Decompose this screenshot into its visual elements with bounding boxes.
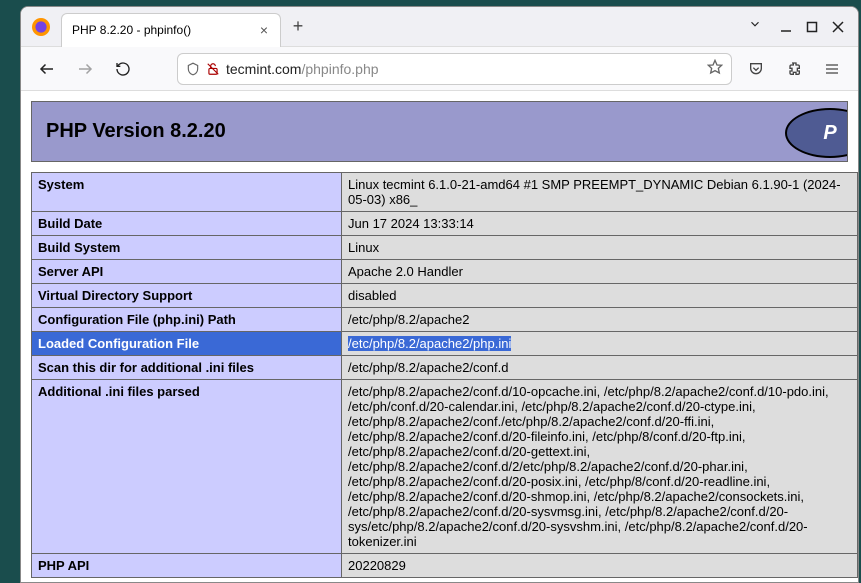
new-tab-button[interactable]: +: [281, 10, 315, 44]
row-label: Scan this dir for additional .ini files: [32, 356, 342, 380]
close-icon[interactable]: ×: [258, 22, 270, 38]
tab-title: PHP 8.2.20 - phpinfo(): [72, 23, 250, 37]
url-text: tecmint.com/phpinfo.php: [226, 61, 701, 77]
toolbar: tecmint.com/phpinfo.php: [21, 47, 858, 91]
table-row: SystemLinux tecmint 6.1.0-21-amd64 #1 SM…: [32, 173, 858, 212]
row-value: /etc/php/8.2/apache2/conf.d: [342, 356, 858, 380]
url-bar[interactable]: tecmint.com/phpinfo.php: [177, 53, 732, 85]
row-value: Linux tecmint 6.1.0-21-amd64 #1 SMP PREE…: [342, 173, 858, 212]
row-label: Server API: [32, 260, 342, 284]
maximize-button[interactable]: [804, 19, 820, 35]
row-label: Build Date: [32, 212, 342, 236]
php-logo-icon: P: [785, 108, 848, 158]
table-row: Additional .ini files parsed/etc/php/8.2…: [32, 380, 858, 554]
browser-window: PHP 8.2.20 - phpinfo() × +: [20, 6, 859, 583]
page-title: PHP Version 8.2.20: [46, 120, 833, 143]
tab-bar: PHP 8.2.20 - phpinfo() × +: [21, 7, 858, 47]
reload-button[interactable]: [109, 55, 137, 83]
row-value: Jun 17 2024 13:33:14: [342, 212, 858, 236]
row-label: Virtual Directory Support: [32, 284, 342, 308]
close-window-button[interactable]: [830, 19, 846, 35]
page-content: PHP Version 8.2.20 P SystemLinux tecmint…: [21, 91, 858, 582]
row-label: Additional .ini files parsed: [32, 380, 342, 554]
row-value: /etc/php/8.2/apache2/php.ini: [342, 332, 858, 356]
row-value: 20220829: [342, 554, 858, 578]
row-value: /etc/php/8.2/apache2/conf.d/10-opcache.i…: [342, 380, 858, 554]
php-header: PHP Version 8.2.20 P: [31, 101, 848, 162]
browser-tab[interactable]: PHP 8.2.20 - phpinfo() ×: [61, 13, 281, 47]
forward-button[interactable]: [71, 55, 99, 83]
row-label: Configuration File (php.ini) Path: [32, 308, 342, 332]
back-button[interactable]: [33, 55, 61, 83]
row-value: Linux: [342, 236, 858, 260]
phpinfo-table: SystemLinux tecmint 6.1.0-21-amd64 #1 SM…: [31, 172, 858, 578]
table-row: Virtual Directory Supportdisabled: [32, 284, 858, 308]
firefox-logo-icon: [21, 7, 61, 47]
table-row: Server APIApache 2.0 Handler: [32, 260, 858, 284]
row-label: Build System: [32, 236, 342, 260]
row-value: /etc/php/8.2/apache2: [342, 308, 858, 332]
menu-icon[interactable]: [818, 55, 846, 83]
row-value: Apache 2.0 Handler: [342, 260, 858, 284]
window-controls: [730, 13, 858, 40]
bookmark-star-icon[interactable]: [707, 59, 723, 78]
table-row: Configuration File (php.ini) Path/etc/ph…: [32, 308, 858, 332]
table-row: Scan this dir for additional .ini files/…: [32, 356, 858, 380]
table-row: Build SystemLinux: [32, 236, 858, 260]
shield-icon[interactable]: [186, 62, 200, 76]
row-label: System: [32, 173, 342, 212]
row-label: Loaded Configuration File: [32, 332, 342, 356]
tabs-dropdown-icon[interactable]: [742, 13, 768, 40]
table-row: Loaded Configuration File/etc/php/8.2/ap…: [32, 332, 858, 356]
table-row: Build DateJun 17 2024 13:33:14: [32, 212, 858, 236]
row-label: PHP API: [32, 554, 342, 578]
table-row: PHP API20220829: [32, 554, 858, 578]
lock-slash-icon[interactable]: [206, 62, 220, 76]
row-value: disabled: [342, 284, 858, 308]
minimize-button[interactable]: [778, 19, 794, 35]
extensions-icon[interactable]: [780, 55, 808, 83]
pocket-icon[interactable]: [742, 55, 770, 83]
